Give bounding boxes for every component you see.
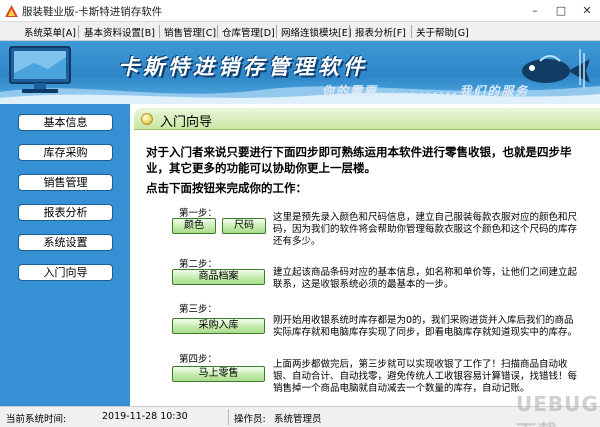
guide-panel: 入门向导 对于入门者来说只要进行下面四步即可熟练运用本软件进行零售收银，也就是四… [134,108,600,406]
menu-bar: 系统菜单[A] 基本资料设置[B] 销售管理[C] 仓库管理[D] 网络连锁模块… [0,22,600,41]
product-file-button[interactable]: 商品档案 [172,269,265,285]
menu-separator [159,25,160,38]
sidebar-item-settings[interactable]: 系统设置 [18,234,113,251]
menu-network-chain[interactable]: 网络连锁模块[E] [281,25,351,39]
system-time-value: 2019-11-28 10:30 [102,411,188,422]
app-logo-title: 卡斯特进销存管理软件 [118,54,368,79]
minimize-button[interactable]: – [522,0,548,22]
status-divider [228,409,229,425]
close-button[interactable]: ✕ [574,0,600,22]
bullet-icon [141,113,153,125]
operator-label: 操作员: [234,414,266,425]
menu-reports[interactable]: 报表分析[F] [355,25,406,39]
size-button[interactable]: 尺码 [222,218,266,234]
step-1-description: 这里是预先录入颜色和尺码信息，建立自己服装每款衣服对应的颜色和尺码，因为我们的软… [273,212,578,247]
sidebar-item-reports[interactable]: 报表分析 [18,204,113,221]
menu-system[interactable]: 系统菜单[A] [24,25,76,39]
watermark-logo: UEBUG下载 [516,392,599,427]
sidebar-item-basic-info[interactable]: 基本信息 [18,114,113,131]
step-1-label: 第一步： [179,208,218,219]
window-title: 服装鞋业版-卡斯特进销存软件 [22,6,163,18]
fish-decoration-icon [522,49,590,89]
maximize-button[interactable]: □ [548,0,574,22]
purchase-stock-in-button[interactable]: 采购入库 [172,318,265,334]
menu-sales[interactable]: 销售管理[C] [164,25,216,39]
menu-separator [78,25,79,38]
sidebar-item-sales[interactable]: 销售管理 [18,174,113,191]
menu-warehouse[interactable]: 仓库管理[D] [222,25,275,39]
banner-slogan-left: 你的需要...... [322,84,418,98]
step-2-label: 第二步： [179,259,218,270]
monitor-icon [9,46,71,93]
step-3-description: 刚开始用收银系统时库存都是为0的，我们采购进货并入库后我们的商品实际库存就和电脑… [273,315,578,338]
menu-separator [276,25,277,38]
panel-header: 入门向导 [134,108,600,130]
call-to-action-text: 点击下面按钮来完成你的工作： [146,181,307,195]
intro-text: 对于入门者来说只要进行下面四步即可熟练运用本软件进行零售收银，也就是四步毕业，其… [146,145,572,175]
status-bar: 当前系统时间: 2019-11-28 10:30 操作员: 系统管理员 [0,406,600,427]
sidebar-item-inventory-purchase[interactable]: 库存采购 [18,144,113,161]
title-bar: 服装鞋业版-卡斯特进销存软件 – □ ✕ [0,0,600,22]
operator-value: 系统管理员 [274,414,322,425]
header-banner: 卡斯特进销存管理软件 你的需要...... ......我们的服务 [0,41,600,104]
step-4-label: 第四步： [179,354,218,365]
step-3-label: 第三步： [179,304,218,315]
menu-separator [217,25,218,38]
step-4-description: 上面两步都做完后，第三步就可以实现收银了工作了！扫描商品自动收银、自动合计、自动… [273,359,578,394]
menu-separator [349,25,350,38]
retail-now-button[interactable]: 马上零售 [172,366,265,382]
color-button[interactable]: 颜色 [172,218,216,234]
menu-separator [411,25,412,38]
sidebar: 基本信息 库存采购 销售管理 报表分析 系统设置 入门向导 [0,104,130,406]
menu-basic-settings[interactable]: 基本资料设置[B] [84,25,155,39]
panel-title: 入门向导 [160,115,213,130]
step-2-description: 建立起该商品条码对应的基本信息，如名称和单价等，让他们之间建立起联系，这是收银系… [273,267,578,290]
menu-help[interactable]: 关于帮助[G] [416,25,469,39]
sidebar-item-guide[interactable]: 入门向导 [18,264,113,281]
app-icon [5,5,18,17]
system-time-label: 当前系统时间: [6,414,67,425]
